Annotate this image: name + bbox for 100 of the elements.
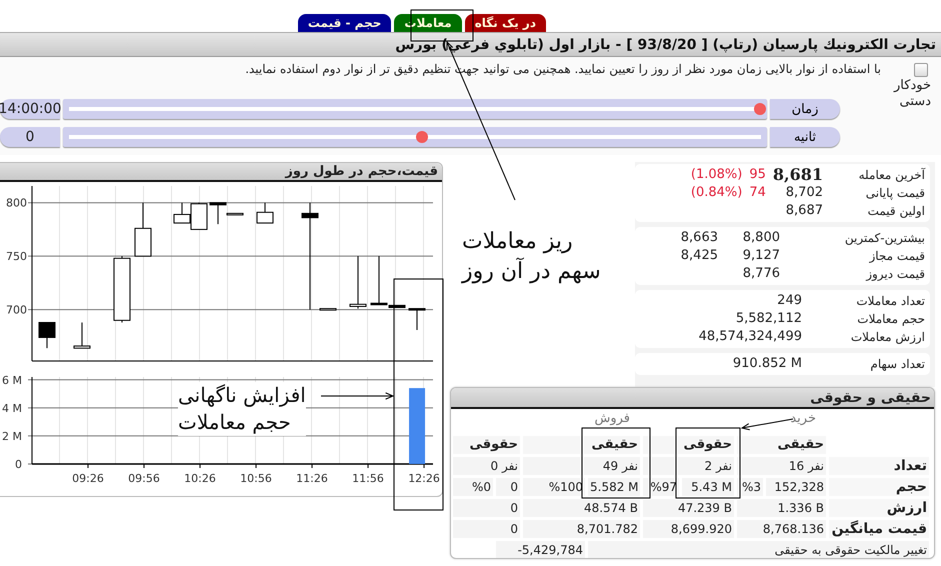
column-header: حقیقی — [737, 436, 826, 454]
field-value: 9,127 — [742, 247, 780, 265]
table-cell: 16 نفر — [737, 457, 826, 475]
table-cell: 5.582 M — [588, 478, 640, 496]
tick-mark — [256, 464, 257, 468]
row-label: ارزش — [829, 499, 929, 517]
axis-label: 12:26 — [408, 472, 440, 485]
row-label: قیمت میانگین — [829, 520, 929, 538]
table-cell: 8,768.136 — [737, 520, 826, 538]
field-value: 8,663 — [680, 229, 718, 247]
annotation-text: ریز معاملات سهم در آن روز — [462, 228, 602, 286]
tick-mark — [312, 464, 313, 468]
slider-label[interactable]: زمان — [770, 99, 840, 119]
field-label: قیمت پایانی — [864, 185, 926, 202]
axis-label: 800 — [6, 196, 27, 210]
slider[interactable] — [63, 127, 767, 147]
axis-label: 11:26 — [296, 472, 328, 485]
tab[interactable]: حجم - قیمت — [298, 14, 392, 32]
tab[interactable]: معاملات — [394, 14, 462, 32]
table-cell: %3 — [737, 478, 763, 496]
field-label: حجم معاملات — [856, 311, 926, 328]
field-label: اولین قیمت — [866, 203, 926, 220]
field-value: 95 — [749, 166, 766, 184]
candlestick — [134, 202, 152, 257]
table-cell: -5,429,784 — [496, 541, 585, 558]
column-header: حقوقی — [453, 436, 520, 454]
table-cell: 5.43 M — [682, 478, 734, 496]
table-cell: 0 — [496, 478, 520, 496]
column-group-label: فروش — [594, 411, 630, 426]
field-value: 8,425 — [680, 247, 718, 265]
field-label: ارزش معاملات — [850, 329, 926, 346]
column-header: حقیقی — [523, 436, 640, 454]
candlestick — [114, 256, 130, 323]
axis-label: 4 M — [2, 402, 22, 415]
axis-label: 10:26 — [184, 472, 216, 485]
table-cell: 152,328 — [766, 478, 826, 496]
field-value: 249 — [776, 292, 802, 310]
table-cell: %0 — [453, 478, 493, 496]
tick-mark — [200, 464, 201, 468]
slider-value: 14:00:00 — [0, 99, 60, 119]
candlestick — [256, 202, 274, 224]
field-value: (1.08%) — [690, 166, 742, 184]
field-value: 48,574,324,499 — [698, 328, 802, 346]
panel-title: حقیقی و حقوقی — [810, 390, 931, 406]
field-value: 8,702 — [784, 184, 823, 202]
table-cell: 1.336 B — [737, 499, 826, 517]
table-cell: 8,699.920 — [643, 520, 734, 538]
candlestick — [190, 202, 208, 230]
axis-label: 750 — [6, 250, 27, 264]
axis-label: 11:56 — [352, 472, 384, 485]
field-label: قیمت مجاز — [868, 248, 926, 265]
slider-value: 0 — [0, 127, 60, 147]
table-cell: 2 نفر — [643, 457, 734, 475]
field-value: 8,687 — [784, 202, 823, 220]
field-value: 74 — [749, 184, 766, 202]
axis-label: 6 M — [2, 374, 22, 387]
axis-label: 10:56 — [240, 472, 272, 485]
annotation-box — [582, 428, 650, 498]
table-cell: 0 — [453, 499, 520, 517]
axis-label: 09:56 — [128, 472, 160, 485]
field-label: قیمت دیروز — [864, 266, 926, 283]
table-cell: %97 — [643, 478, 679, 496]
table-cell: 0 نفر — [453, 457, 520, 475]
slider-thumb[interactable] — [754, 103, 766, 115]
field-value: 8,681 — [772, 166, 823, 184]
checkbox-label: خودکار — [894, 79, 931, 93]
panel-title: قیمت،حجم در طول روز — [285, 164, 438, 179]
row-label: حجم — [829, 478, 929, 496]
candlestick — [350, 256, 366, 310]
axis-label: 2 M — [2, 430, 22, 443]
slider[interactable] — [63, 99, 767, 119]
slider-thumb[interactable] — [416, 131, 428, 143]
checkbox[interactable] — [914, 63, 928, 77]
candlestick — [174, 202, 190, 224]
row-label: تغییر مالکیت حقوقی به حقیقی — [588, 541, 929, 558]
tick-mark — [424, 464, 425, 468]
table-cell: 48.574 B — [523, 499, 640, 517]
field-value: 910.852 M — [732, 355, 802, 373]
tick-mark — [368, 464, 369, 468]
field-label: بیشترین-کمترین — [844, 230, 926, 247]
field-value: 8,800 — [742, 229, 780, 247]
field-label: تعداد معاملات — [855, 293, 926, 310]
axis-label: 0 — [15, 458, 22, 471]
candlestick — [38, 322, 56, 349]
field-value: 5,582,112 — [734, 310, 802, 328]
field-value: (0.84%) — [690, 184, 742, 202]
table-cell: 8,701.782 — [523, 520, 640, 538]
field-label: آخرین معامله — [858, 166, 926, 184]
row-label: تعداد — [829, 457, 929, 475]
candlestick — [408, 308, 426, 330]
tab[interactable]: در یک نگاه — [464, 14, 546, 32]
annotation-text: افزایش ناگهانی حجم معاملات — [178, 382, 306, 436]
checkbox-label: دستی — [900, 95, 931, 109]
axis-label: 09:26 — [72, 472, 104, 485]
table-cell: 49 نفر — [523, 457, 640, 475]
field-value: 8,776 — [742, 265, 780, 283]
axis-label: 700 — [6, 304, 27, 317]
column-group-label: خرید — [790, 411, 816, 426]
table-cell: 0 — [453, 520, 520, 538]
slider-label[interactable]: ثانیه — [770, 127, 840, 147]
